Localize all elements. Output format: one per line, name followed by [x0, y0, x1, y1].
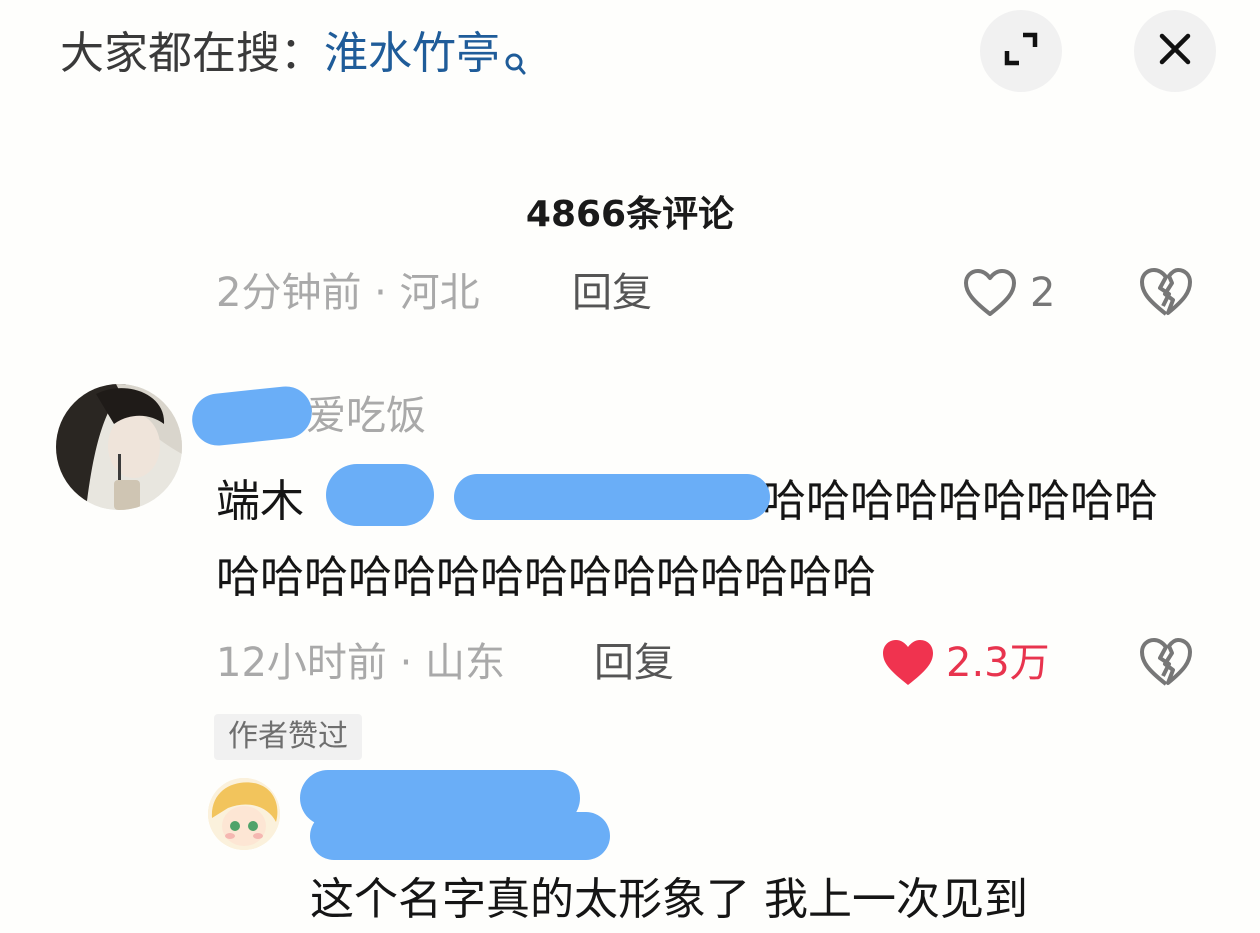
- redaction-mark: [326, 464, 434, 526]
- comment-count: 4866条评论: [525, 194, 735, 235]
- reply-text: 这个名字真的太形象了 我上一次见到: [310, 874, 1028, 925]
- close-icon: [1157, 31, 1193, 71]
- expand-icon: [1001, 29, 1041, 73]
- close-button[interactable]: [1134, 10, 1216, 92]
- hot-search-keyword[interactable]: 淮水竹亭: [324, 28, 500, 79]
- search-icon: [504, 34, 526, 94]
- heart-outline-icon: [962, 269, 1018, 322]
- hot-search-bar[interactable]: 大家都在搜：淮水竹亭: [60, 24, 526, 94]
- comment-text-prefix: 端木: [216, 476, 304, 527]
- comment-text-line-2: 哈哈哈哈哈哈哈哈哈哈哈哈哈哈哈: [216, 552, 876, 603]
- broken-heart-icon: [1138, 638, 1194, 692]
- reply-avatar[interactable]: [208, 778, 280, 850]
- username-text: 爱吃饭: [306, 393, 426, 439]
- author-liked-badge: 作者赞过: [214, 714, 362, 760]
- hot-search-prefix: 大家都在搜：: [60, 28, 324, 79]
- prev-comment-meta: 2分钟前 · 河北: [216, 270, 480, 316]
- comment-text-suffix: 哈哈哈哈哈哈哈哈哈: [762, 476, 1158, 527]
- redaction-mark: [454, 474, 770, 520]
- dislike-button[interactable]: [1138, 636, 1194, 692]
- prev-reply-button[interactable]: 回复: [572, 266, 652, 320]
- broken-heart-icon: [1138, 268, 1194, 322]
- expand-button[interactable]: [980, 10, 1062, 92]
- redaction-mark: [310, 812, 610, 860]
- reply-button[interactable]: 回复: [594, 636, 674, 690]
- prev-like-count: 2: [1030, 270, 1056, 316]
- like-count: 2.3万: [946, 640, 1050, 686]
- like-button[interactable]: [880, 638, 936, 692]
- heart-filled-icon: [880, 640, 936, 692]
- comment-meta: 12小时前 · 山东: [216, 640, 506, 686]
- prev-dislike-button[interactable]: [1138, 266, 1194, 322]
- avatar[interactable]: [56, 384, 182, 510]
- prev-like-button[interactable]: [962, 268, 1018, 322]
